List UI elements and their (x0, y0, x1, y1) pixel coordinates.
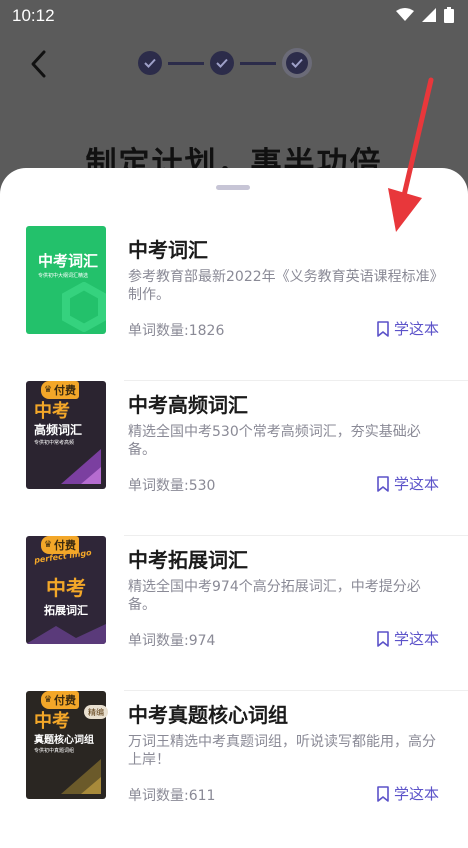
step-1-complete (138, 51, 162, 75)
word-count: 单词数量:1826 (128, 323, 225, 339)
cover-subtitle: 高频词汇 (34, 423, 83, 437)
check-icon (216, 58, 228, 68)
book-title: 中考词汇 (128, 238, 208, 262)
check-icon (144, 58, 156, 68)
step-connector (240, 61, 276, 65)
book-cover: 中考词汇 专供初中大纲词汇精选 (26, 226, 106, 334)
step-2-complete (210, 51, 234, 75)
learn-label: 学这本 (394, 320, 440, 338)
chevron-left-icon (31, 50, 46, 78)
learn-label: 学这本 (394, 785, 440, 803)
cover-subtitle: 专供初中大纲词汇精选 (38, 273, 89, 279)
book-description: 万词王精选中考真题词组，听说读写都能用，高分上岸！ (128, 734, 436, 768)
cover-subtitle: 真题核心词组 (34, 735, 94, 746)
word-count: 单词数量:611 (128, 788, 216, 804)
cover-wave-decoration (26, 624, 106, 644)
learn-label: 学这本 (394, 475, 440, 493)
book-selection-sheet: 中考词汇 专供初中大纲词汇精选 中考词汇 参考教育部最新2022年《义务教育英语… (0, 168, 468, 848)
paid-badge: ♛ 付费 (41, 691, 79, 709)
cover-chevron-decoration (61, 449, 101, 484)
paid-badge: ♛ 付费 (41, 536, 79, 554)
learn-this-button[interactable]: 学这本 (376, 473, 439, 494)
book-description: 精选全国中考530个常考高频词汇，夯实基础必备。 (128, 424, 421, 458)
book-title: 中考拓展词汇 (128, 548, 248, 572)
learn-label: 学这本 (394, 630, 440, 648)
step-connector (168, 61, 204, 65)
bookmark-icon (377, 785, 389, 802)
cover-title: 中考 (46, 576, 86, 600)
learn-this-button[interactable]: 学这本 (376, 628, 439, 649)
cover-chevron-decoration (61, 759, 101, 794)
crown-icon: ♛ (43, 695, 53, 705)
book-item[interactable]: 中考 高频词汇 专供初中常考高频 ♛ 付费 中考高频词汇 精选全国中考530个常考… (0, 381, 468, 536)
status-bar: 10:12 (0, 0, 468, 32)
featured-tag: 精编 (84, 705, 108, 719)
cover-title: 中考 (34, 711, 70, 732)
progress-steps (138, 48, 312, 78)
step-3-current (282, 48, 312, 78)
cover-title: 中考词汇 (38, 252, 99, 270)
back-button[interactable] (26, 48, 54, 80)
status-time: 10:12 (12, 6, 55, 25)
book-item[interactable]: 中考词汇 专供初中大纲词汇精选 中考词汇 参考教育部最新2022年《义务教育英语… (0, 226, 468, 381)
annotation-arrow-icon (388, 77, 434, 232)
word-count: 单词数量:974 (128, 633, 216, 649)
crown-icon: ♛ (43, 540, 53, 550)
book-description: 精选全国中考974个高分拓展词汇，中考提分必备。 (128, 579, 421, 613)
signal-icon (422, 8, 436, 22)
learn-this-button[interactable]: 学这本 (376, 318, 439, 339)
check-icon (291, 58, 303, 68)
cover-hexagon-decoration (62, 282, 106, 332)
bookmark-icon (377, 630, 389, 647)
book-title: 中考高频词汇 (128, 393, 248, 417)
book-description: 参考教育部最新2022年《义务教育英语课程标准》制作。 (128, 269, 437, 303)
paid-badge: ♛ 付费 (41, 381, 79, 399)
sheet-drag-handle[interactable] (216, 185, 250, 190)
cover-title: 中考 (34, 401, 70, 422)
bookmark-icon (377, 475, 389, 492)
book-item[interactable]: perfect lingo 中考 拓展词汇 ♛ 付费 中考拓展词汇 精选全国中考9… (0, 536, 468, 691)
wifi-icon (396, 8, 414, 21)
status-icons (396, 7, 454, 23)
crown-icon: ♛ (43, 385, 53, 395)
battery-icon (444, 7, 454, 23)
book-title: 中考真题核心词组 (128, 703, 288, 727)
book-item[interactable]: 中考 真题核心词组 专供初中真题词组 ♛ 付费 精编 中考真题核心词组 万词王精选… (0, 691, 468, 846)
word-count: 单词数量:530 (128, 478, 216, 494)
cover-subtitle: 拓展词汇 (44, 604, 88, 617)
learn-this-button[interactable]: 学这本 (376, 783, 439, 804)
bookmark-icon (377, 320, 389, 337)
